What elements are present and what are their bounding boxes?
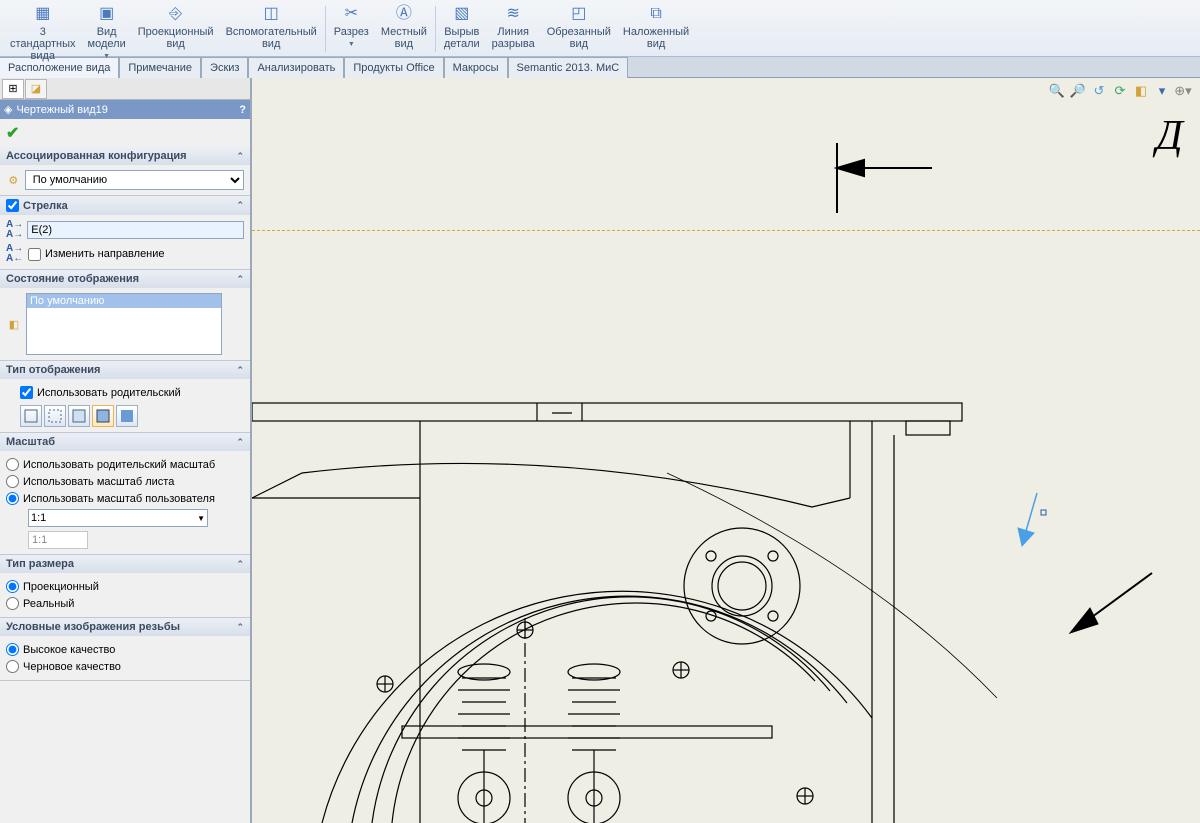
arrow-header[interactable]: Стрелка⌃ bbox=[0, 196, 250, 215]
arrow-label-icon: A→A→ bbox=[6, 220, 23, 240]
views-icon: ▦ bbox=[33, 4, 53, 24]
dispstate-icon: ◧ bbox=[6, 318, 22, 331]
arrow-checkbox[interactable] bbox=[6, 199, 19, 212]
ribbon-crop-view[interactable]: ◰Обрезанныйвид bbox=[541, 2, 617, 52]
section-icon: ✂ bbox=[341, 4, 361, 24]
drawing-canvas[interactable]: 🔍 🔎 ↺ ⟳ ◧ ▾ ⊕▾ bbox=[252, 78, 1200, 823]
chevron-icon: ⌃ bbox=[236, 151, 244, 162]
list-item[interactable]: По умолчанию bbox=[27, 294, 221, 308]
config-icon: ⚙ bbox=[6, 174, 21, 187]
ribbon-break-line[interactable]: ≋Линияразрыва bbox=[486, 2, 541, 52]
display-shaded[interactable] bbox=[116, 405, 138, 427]
ribbon-detail-view[interactable]: ⒶМестныйвид bbox=[375, 2, 433, 52]
feature-tree-icon: ⊞ bbox=[8, 82, 17, 95]
arrow-dir-icon: A→A← bbox=[6, 244, 24, 264]
ribbon-alternate-view[interactable]: ⧉Наложенныйвид bbox=[617, 2, 695, 52]
help-button[interactable]: ? bbox=[239, 104, 246, 116]
property-manager: ⊞ ◪ ◈ Чертежный вид19 ? ✔ Ассоциированна… bbox=[0, 78, 252, 823]
tab-evaluate[interactable]: Анализировать bbox=[248, 57, 344, 78]
chevron-icon: ⌃ bbox=[236, 622, 244, 633]
scale-combo[interactable]: 1:1▼ bbox=[28, 509, 208, 527]
side-tab-feature[interactable]: ⊞ bbox=[2, 79, 24, 99]
dispstate-list[interactable]: По умолчанию bbox=[26, 293, 222, 355]
tab-semantic[interactable]: Semantic 2013. МиС bbox=[508, 57, 629, 78]
alternate-icon: ⧉ bbox=[646, 4, 666, 24]
ok-button[interactable]: ✔ bbox=[6, 125, 19, 142]
break-line-icon: ≋ bbox=[503, 4, 523, 24]
view-label-d: Д bbox=[1156, 112, 1183, 160]
config-icon: ◪ bbox=[31, 82, 41, 95]
thread-draft-radio[interactable] bbox=[6, 660, 19, 673]
scale-text[interactable] bbox=[28, 531, 88, 549]
config-header[interactable]: Ассоциированная конфигурация⌃ bbox=[0, 147, 250, 165]
tab-macros[interactable]: Макросы bbox=[444, 57, 508, 78]
property-title: Чертежный вид19 bbox=[16, 104, 107, 116]
command-tabs: Расположение вида Примечание Эскиз Анали… bbox=[0, 57, 1200, 78]
tab-sketch[interactable]: Эскиз bbox=[201, 57, 248, 78]
chevron-icon: ⌃ bbox=[236, 200, 244, 211]
property-header: ◈ Чертежный вид19 ? bbox=[0, 100, 250, 119]
display-hidden-removed[interactable] bbox=[68, 405, 90, 427]
chevron-icon: ⌃ bbox=[236, 274, 244, 285]
dispstate-header[interactable]: Состояние отображения⌃ bbox=[0, 270, 250, 288]
dim-projected-radio[interactable] bbox=[6, 580, 19, 593]
chevron-icon: ⌃ bbox=[236, 437, 244, 448]
model-view-icon: ▣ bbox=[97, 4, 117, 24]
ribbon-broken-out[interactable]: ▧Вырывдетали bbox=[438, 2, 486, 52]
chevron-icon: ⌃ bbox=[236, 559, 244, 570]
display-hidden-visible[interactable] bbox=[44, 405, 66, 427]
chevron-icon: ⌃ bbox=[236, 365, 244, 376]
display-shaded-edges[interactable] bbox=[92, 405, 114, 427]
drawing-content bbox=[252, 78, 1200, 823]
scale-parent-radio[interactable] bbox=[6, 458, 19, 471]
ribbon-section[interactable]: ✂Разрез▼ bbox=[328, 2, 375, 53]
detail-icon: Ⓐ bbox=[394, 4, 414, 24]
scale-header[interactable]: Масштаб⌃ bbox=[0, 433, 250, 451]
useparent-checkbox[interactable] bbox=[20, 386, 33, 399]
drawing-view-icon: ◈ bbox=[4, 103, 12, 116]
dim-true-radio[interactable] bbox=[6, 597, 19, 610]
reverse-checkbox[interactable] bbox=[28, 248, 41, 261]
ribbon-model-view[interactable]: ▣Видмодели▼ bbox=[82, 2, 132, 65]
broken-out-icon: ▧ bbox=[452, 4, 472, 24]
crop-icon: ◰ bbox=[569, 4, 589, 24]
thread-header[interactable]: Условные изображения резьбы⌃ bbox=[0, 618, 250, 636]
scale-sheet-radio[interactable] bbox=[6, 475, 19, 488]
tab-office[interactable]: Продукты Office bbox=[344, 57, 443, 78]
display-wireframe[interactable] bbox=[20, 405, 42, 427]
ribbon-toolbar: ▦3стандартныхвида ▣Видмодели▼ ⎆Проекцион… bbox=[0, 0, 1200, 57]
ribbon-3-standard-views[interactable]: ▦3стандартныхвида bbox=[4, 2, 82, 64]
projected-icon: ⎆ bbox=[166, 4, 186, 24]
disptype-header[interactable]: Тип отображения⌃ bbox=[0, 361, 250, 379]
dimtype-header[interactable]: Тип размера⌃ bbox=[0, 555, 250, 573]
reverse-label: Изменить направление bbox=[45, 248, 165, 260]
thread-hq-radio[interactable] bbox=[6, 643, 19, 656]
config-select[interactable]: По умолчанию bbox=[25, 170, 244, 190]
ribbon-projected-view[interactable]: ⎆Проекционныйвид bbox=[132, 2, 220, 52]
useparent-label: Использовать родительский bbox=[37, 387, 181, 399]
arrow-label-input[interactable] bbox=[27, 221, 244, 239]
ribbon-auxiliary-view[interactable]: ◫Вспомогательныйвид bbox=[220, 2, 323, 52]
side-tab-config[interactable]: ◪ bbox=[25, 79, 47, 99]
aux-icon: ◫ bbox=[261, 4, 281, 24]
scale-user-radio[interactable] bbox=[6, 492, 19, 505]
